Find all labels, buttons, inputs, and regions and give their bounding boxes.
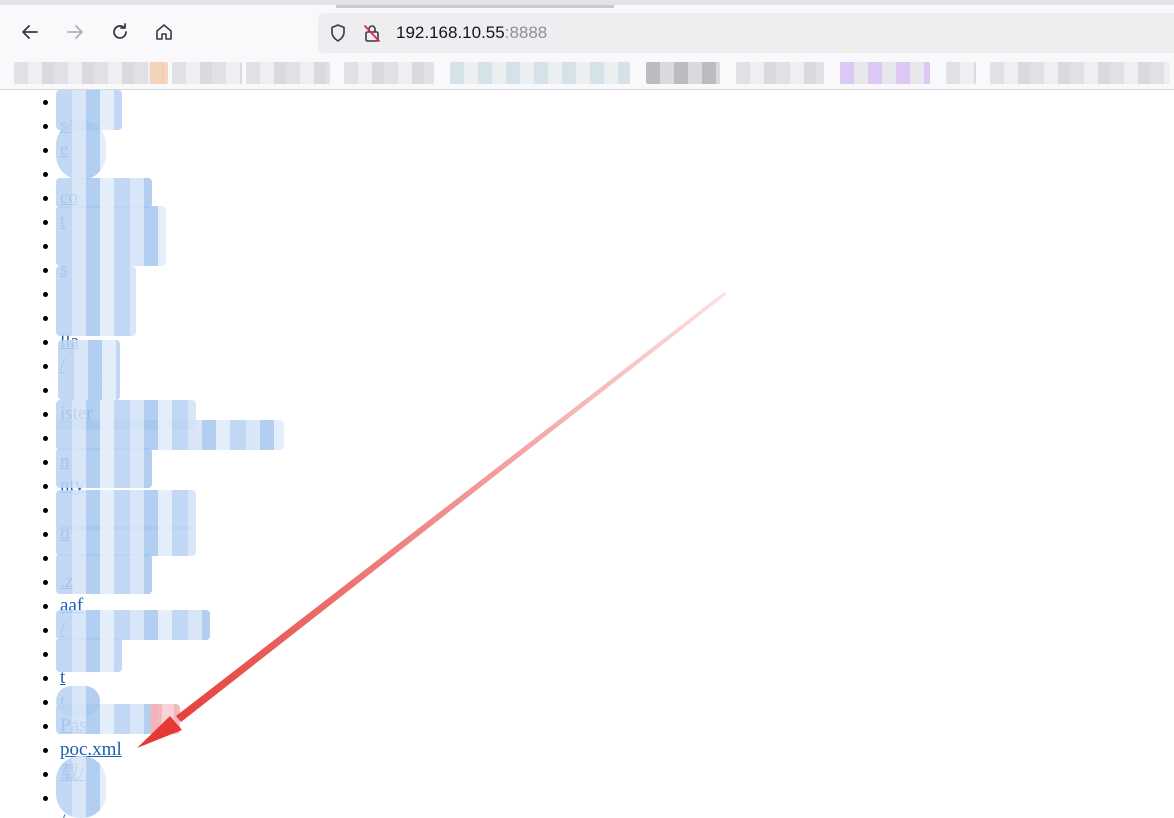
list-item: co [60, 186, 1174, 210]
list-item: .z [60, 570, 1174, 594]
directory-listing: s/ecotslla/isternntyd.zaaf/ttPaspoc.xml载… [0, 90, 1174, 818]
insecure-lock-icon[interactable] [362, 23, 382, 43]
bookmark-item[interactable] [946, 62, 976, 84]
bookmark-item[interactable] [172, 62, 242, 84]
redaction-blur [58, 340, 120, 400]
bookmark-item[interactable] [646, 62, 720, 84]
url-host: 192.168.10.55 [396, 23, 505, 42]
bookmark-item[interactable] [344, 62, 434, 84]
forward-arrow-icon [67, 25, 83, 39]
list-item: / [60, 618, 1174, 642]
list-item: poc.xml [60, 738, 1174, 762]
address-bar[interactable]: 192.168.10.55:8888 [318, 13, 1174, 53]
list-item: / [60, 810, 1174, 818]
list-item [60, 378, 1174, 402]
list-item [60, 498, 1174, 522]
home-icon [156, 24, 172, 40]
list-item: e [60, 138, 1174, 162]
list-item: s [60, 258, 1174, 282]
home-button[interactable] [149, 17, 179, 47]
list-item [60, 306, 1174, 330]
list-item [60, 282, 1174, 306]
redaction-blur [150, 704, 180, 734]
list-item [60, 786, 1174, 810]
back-button[interactable] [15, 17, 45, 47]
bookmark-item[interactable] [840, 62, 930, 84]
list-item [60, 162, 1174, 186]
bookmark-item[interactable] [990, 62, 1170, 84]
url-port: :8888 [504, 23, 548, 42]
redaction-blur [56, 756, 106, 818]
back-arrow-icon [22, 25, 38, 39]
redaction-blur [56, 554, 152, 594]
list-item: / [60, 354, 1174, 378]
bookmark-item[interactable] [736, 62, 824, 84]
forward-button[interactable] [60, 17, 90, 47]
redaction-blur [56, 206, 166, 266]
bookmark-item[interactable] [246, 62, 330, 84]
list-item [60, 90, 1174, 114]
list-item: Pas [60, 714, 1174, 738]
redaction-blur [56, 610, 210, 640]
url-text[interactable]: 192.168.10.55:8888 [396, 23, 547, 43]
redaction-blur [56, 490, 196, 530]
list-item: s/ [60, 114, 1174, 138]
shield-icon[interactable] [328, 23, 348, 43]
redaction-blur [56, 178, 152, 208]
list-item [60, 546, 1174, 570]
list-item: n [60, 450, 1174, 474]
redaction-blur [56, 120, 106, 180]
browser-toolbar: 192.168.10.55:8888 [0, 0, 1174, 56]
tab-edge [336, 5, 614, 8]
list-item: d [60, 522, 1174, 546]
list-item [60, 642, 1174, 666]
redaction-blur [56, 448, 152, 488]
reload-icon [113, 23, 127, 39]
bookmarks-toolbar [0, 56, 1174, 90]
list-item: nty [60, 474, 1174, 498]
list-item: 载/ [60, 762, 1174, 786]
list-item: t [60, 666, 1174, 690]
redaction-blur [56, 266, 136, 336]
list-item [60, 234, 1174, 258]
bookmark-item[interactable] [150, 62, 168, 84]
list-item: lla [60, 330, 1174, 354]
redaction-blur [56, 638, 122, 672]
list-item: aaf [60, 594, 1174, 618]
list-item: t [60, 690, 1174, 714]
reload-button[interactable] [105, 17, 135, 47]
bookmark-item[interactable] [450, 62, 630, 84]
list-item: t [60, 210, 1174, 234]
bookmark-item[interactable] [14, 62, 164, 84]
redaction-blur [56, 420, 284, 450]
redaction-blur [56, 526, 196, 556]
